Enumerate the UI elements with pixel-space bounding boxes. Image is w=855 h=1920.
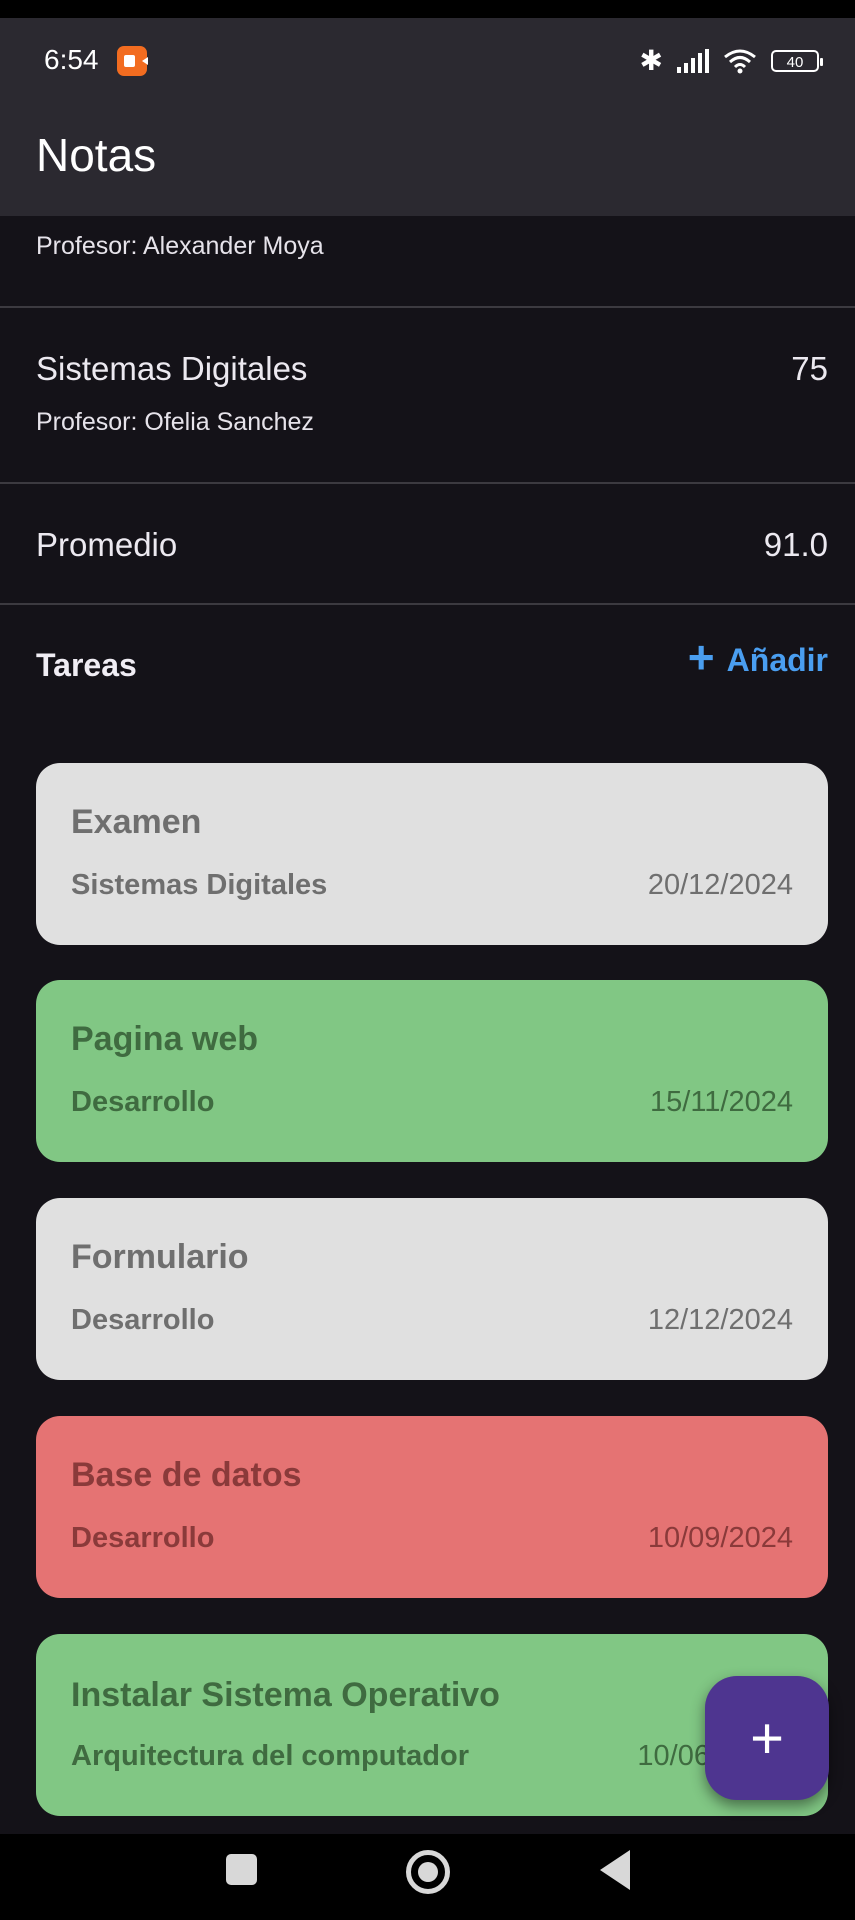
status-bar: 6:54 ✱ 40 — [0, 18, 855, 100]
plus-icon: + — [687, 631, 715, 683]
signal-icon — [677, 48, 709, 73]
add-task-label: Añadir — [726, 641, 828, 678]
subject-professor: Profesor: Alexander Moya — [36, 232, 324, 260]
recents-icon[interactable] — [226, 1854, 257, 1885]
divider — [0, 482, 855, 484]
screen-record-icon — [117, 46, 148, 76]
task-subject: Desarrollo — [71, 1522, 215, 1554]
task-title: Formulario — [71, 1238, 249, 1276]
average-label: Promedio — [36, 526, 178, 563]
divider — [0, 306, 855, 308]
subject-professor: Profesor: Ofelia Sanchez — [36, 408, 314, 436]
task-date: 10/06 — [637, 1740, 710, 1772]
task-title: Base de datos — [71, 1456, 302, 1494]
status-time: 6:54 — [44, 44, 99, 75]
tasks-section-title: Tareas — [36, 647, 137, 683]
task-subject: Arquitectura del computador — [71, 1740, 469, 1772]
task-card[interactable]: Pagina web Desarrollo 15/11/2024 — [36, 980, 828, 1162]
task-title: Pagina web — [71, 1020, 259, 1058]
task-subject: Desarrollo — [71, 1304, 215, 1336]
task-date: 20/12/2024 — [647, 869, 793, 901]
task-date: 12/12/2024 — [647, 1304, 793, 1336]
home-icon[interactable] — [406, 1850, 450, 1894]
task-subject: Sistemas Digitales — [71, 869, 328, 901]
screen: 6:54 ✱ 40 Notas Profesor: Alexander Moya… — [0, 0, 855, 1920]
subject-grade: 75 — [791, 350, 828, 387]
add-task-button[interactable]: + Añadir — [688, 634, 828, 680]
wifi-icon — [724, 49, 756, 73]
task-card[interactable]: Base de datos Desarrollo 10/09/2024 — [36, 1416, 828, 1598]
add-fab-button[interactable]: + — [705, 1676, 829, 1800]
task-subject: Desarrollo — [71, 1086, 215, 1118]
task-card[interactable]: Formulario Desarrollo 12/12/2024 — [36, 1198, 828, 1380]
task-card[interactable]: Examen Sistemas Digitales 20/12/2024 — [36, 763, 828, 945]
task-title: Examen — [71, 803, 202, 841]
task-title: Instalar Sistema Operativo — [71, 1676, 500, 1714]
system-nav-bar — [0, 1834, 855, 1920]
task-date: 10/09/2024 — [647, 1522, 793, 1554]
back-icon[interactable] — [600, 1850, 630, 1890]
bluetooth-icon: ✱ — [639, 45, 663, 76]
status-icons: ✱ 40 — [639, 44, 823, 77]
divider — [0, 603, 855, 605]
task-date: 15/11/2024 — [650, 1086, 793, 1118]
battery-icon: 40 — [771, 49, 823, 72]
page-title: Notas — [36, 129, 157, 181]
subject-name: Sistemas Digitales — [36, 350, 308, 387]
average-value: 91.0 — [763, 526, 828, 563]
